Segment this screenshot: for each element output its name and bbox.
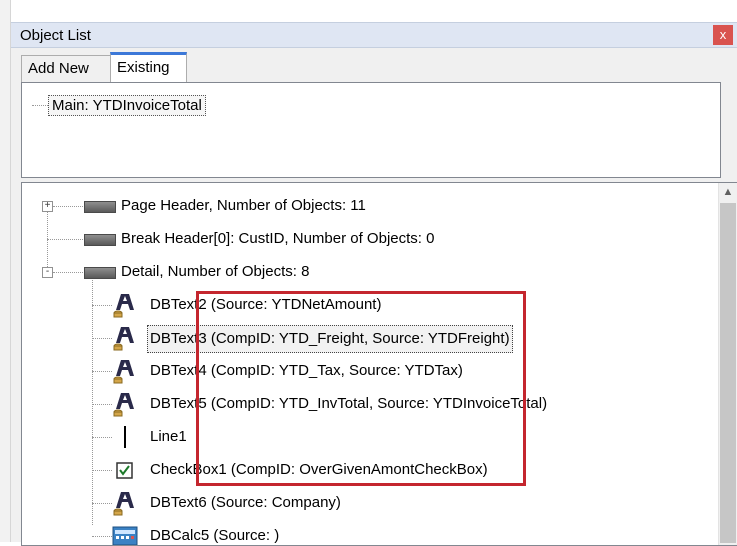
- tab-add-new[interactable]: Add New: [21, 55, 115, 83]
- dbcalc-icon: [112, 526, 138, 545]
- tree-connector: [92, 503, 112, 504]
- tree-connector: [92, 404, 112, 405]
- dbtext-icon: [113, 294, 134, 318]
- panel-title-bar: Object List x: [11, 22, 737, 48]
- vertical-scrollbar[interactable]: ▲: [718, 183, 737, 545]
- tree-connector: [92, 338, 112, 339]
- dbtext-icon: [113, 360, 134, 384]
- dbtext-icon: [113, 393, 134, 417]
- report-tree: Main: YTDInvoiceTotal: [21, 82, 721, 178]
- tree-item-label: Line1: [150, 428, 187, 445]
- top-gap: [0, 0, 737, 22]
- tree-connector: [53, 206, 83, 207]
- tree-item-label: Page Header, Number of Objects: 11: [121, 197, 366, 214]
- dbtext-icon: [113, 327, 134, 351]
- tab-existing[interactable]: Existing: [110, 52, 187, 82]
- tree-item-label: DBCalc5 (Source: ): [150, 527, 280, 544]
- highlight-box: [196, 291, 526, 486]
- scroll-up-icon[interactable]: ▲: [719, 183, 737, 201]
- band-icon: [84, 267, 116, 279]
- main-node[interactable]: Main: YTDInvoiceTotal: [48, 95, 206, 116]
- tree-item-label: Detail, Number of Objects: 8: [121, 263, 310, 280]
- tree-connector: [47, 239, 83, 240]
- tree-item-label: Break Header[0]: CustID, Number of Objec…: [121, 230, 435, 247]
- panel-title: Object List: [20, 27, 91, 44]
- close-button[interactable]: x: [713, 25, 733, 45]
- tree-item-label: DBText6 (Source: Company): [150, 494, 341, 511]
- tree-connector: [53, 272, 83, 273]
- dbtext-icon: [113, 492, 134, 516]
- band-icon: [84, 201, 116, 213]
- checkbox-icon: [116, 462, 133, 479]
- tree-connector: [92, 275, 93, 525]
- tree-connector: [92, 305, 112, 306]
- band-icon: [84, 234, 116, 246]
- tree-connector: [92, 470, 112, 471]
- tree-connector: [32, 105, 48, 106]
- line-icon: [124, 426, 126, 448]
- collapse-icon[interactable]: -: [42, 267, 53, 278]
- expand-icon[interactable]: +: [42, 201, 53, 212]
- tree-connector: [92, 437, 112, 438]
- scroll-thumb[interactable]: [720, 203, 736, 543]
- tree-connector: [92, 371, 112, 372]
- tree-connector: [92, 536, 112, 537]
- left-frame: [0, 0, 11, 542]
